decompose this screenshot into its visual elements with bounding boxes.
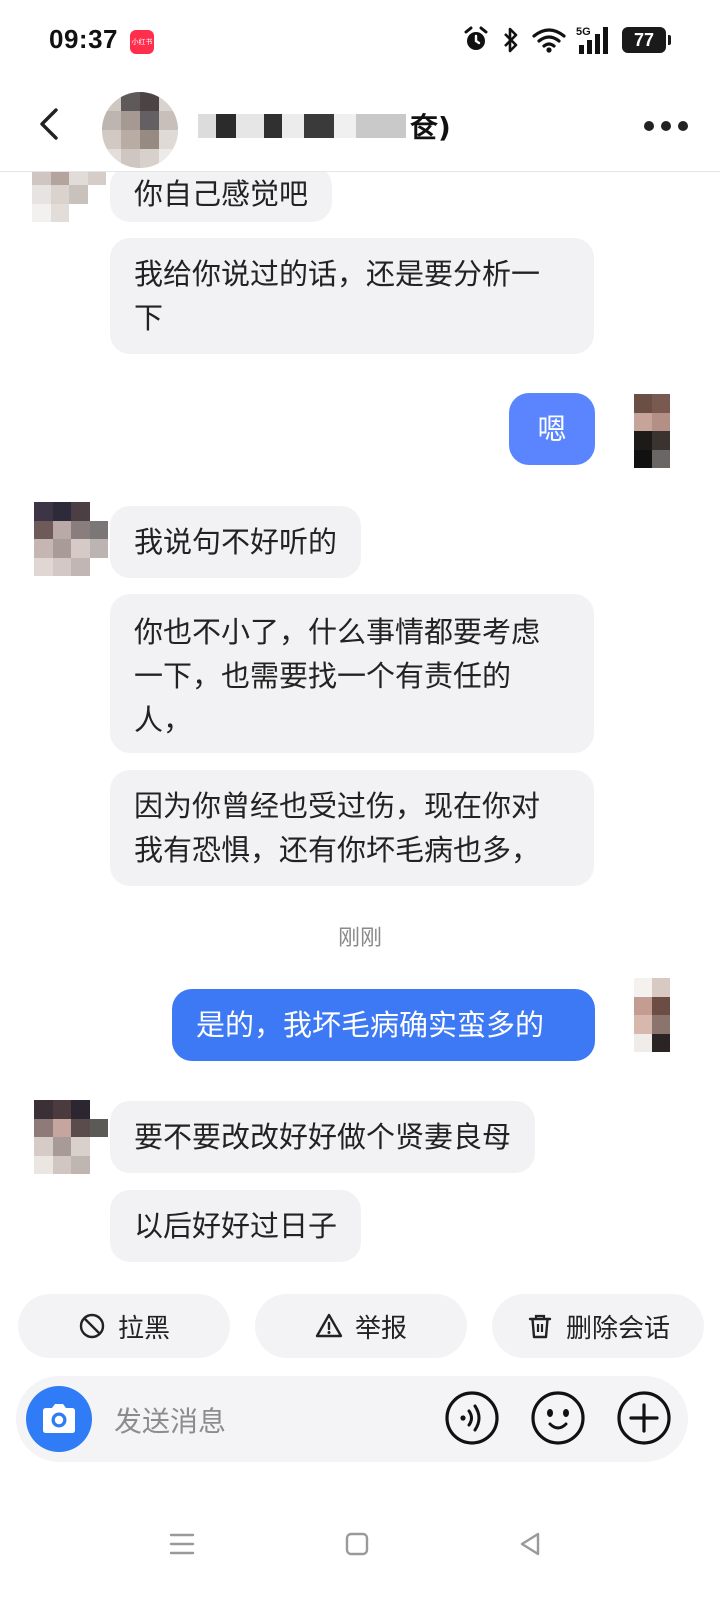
block-button-label: 拉黑	[117, 1313, 170, 1344]
message-timestamp: 刚刚	[337, 926, 382, 951]
report-button-label: 举报	[354, 1313, 407, 1344]
home-nav-icon[interactable]	[333, 1520, 381, 1568]
contact-avatar[interactable]	[102, 92, 178, 168]
emoji-icon[interactable]	[530, 1390, 586, 1446]
message-bubble-sent[interactable]: 是的，我坏毛病确实蛮多的	[172, 989, 595, 1061]
status-bar: 09:37 小红书 5G 77	[0, 0, 720, 80]
message-list[interactable]: 你自己感觉吧 我给你说过的话，还是要分析一 下 嗯 我说句不好听的 你也不小了，…	[0, 172, 720, 1292]
voice-icon[interactable]	[444, 1390, 500, 1446]
contact-avatar-small[interactable]	[32, 172, 106, 222]
block-button[interactable]: 拉黑	[18, 1294, 230, 1358]
message-composer: 发送消息	[16, 1376, 688, 1462]
status-time: 09:37	[49, 24, 118, 54]
report-button[interactable]: 举报	[255, 1294, 467, 1358]
message-bubble[interactable]: 要不要改改好好做个贤妻良母	[110, 1101, 536, 1173]
app-notification-badge: 小红书	[130, 30, 154, 54]
message-bubble[interactable]: 你自己感觉吧	[110, 172, 333, 222]
message-bubble[interactable]: 以后好好过日子	[110, 1190, 362, 1262]
chat-header: 奁)	[0, 80, 720, 172]
alarm-icon	[464, 26, 488, 50]
my-avatar[interactable]	[634, 394, 670, 468]
signal-5g-icon: 5G	[576, 26, 608, 54]
message-bubble-sent[interactable]: 嗯	[509, 393, 595, 465]
svg-text:5G: 5G	[576, 26, 591, 38]
camera-button[interactable]	[26, 1386, 92, 1452]
back-arrow-icon[interactable]	[30, 102, 70, 146]
message-bubble[interactable]: 因为你曾经也受过伤，现在你对 我有恐惧，还有你坏毛病也多，	[110, 770, 594, 886]
plus-icon[interactable]	[616, 1390, 672, 1446]
my-avatar[interactable]	[634, 978, 670, 1052]
bluetooth-icon	[504, 27, 518, 53]
more-dots-icon[interactable]	[644, 114, 688, 138]
battery-indicator: 77	[622, 27, 671, 53]
system-nav-bar	[0, 1500, 720, 1604]
trash-icon	[528, 1314, 552, 1339]
delete-conversation-label: 删除会话	[565, 1313, 670, 1344]
block-icon	[79, 1313, 105, 1339]
back-nav-icon[interactable]	[506, 1520, 554, 1568]
message-bubble[interactable]: 我给你说过的话，还是要分析一 下	[110, 238, 594, 354]
warning-icon	[315, 1313, 343, 1338]
contact-name-suffix: 奁)	[410, 111, 451, 144]
message-bubble[interactable]: 你也不小了，什么事情都要考虑 一下，也需要找一个有责任的 人，	[110, 594, 594, 753]
message-input[interactable]: 发送消息	[114, 1400, 226, 1440]
wifi-icon	[532, 28, 566, 53]
contact-name: 奁)	[198, 106, 451, 146]
menu-nav-icon[interactable]	[158, 1520, 206, 1568]
delete-conversation-button[interactable]: 删除会话	[492, 1294, 704, 1358]
contact-avatar-small[interactable]	[34, 502, 108, 576]
contact-avatar-small[interactable]	[34, 1100, 108, 1174]
status-icons: 5G 77	[462, 24, 671, 56]
camera-icon	[43, 1404, 75, 1433]
message-bubble[interactable]: 我说句不好听的	[110, 506, 362, 578]
quick-actions: 拉黑 举报 删除会话	[18, 1294, 704, 1358]
